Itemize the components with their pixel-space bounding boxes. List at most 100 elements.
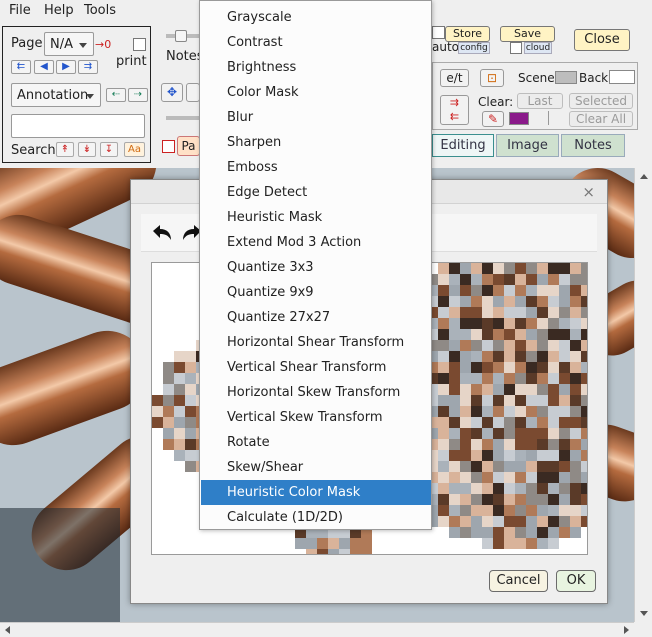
scroll-left-icon[interactable] <box>5 626 10 634</box>
preview-pixel <box>493 263 504 274</box>
preview-pixel <box>152 406 163 417</box>
annotation-select[interactable]: Annotation <box>11 83 101 107</box>
preview-pixel <box>493 494 504 505</box>
menu-item[interactable]: Quantize 9x9 <box>201 280 431 305</box>
menu-item[interactable]: Horizontal Shear Transform <box>201 330 431 355</box>
menu-item[interactable]: Vertical Skew Transform <box>201 405 431 430</box>
preview-pixel <box>548 263 559 274</box>
search-down-button[interactable]: ↡ <box>78 142 96 157</box>
prev-page-button[interactable]: ◀ <box>34 60 54 74</box>
page-select[interactable]: N/A <box>44 32 94 56</box>
pen-color-swatch[interactable] <box>509 112 529 125</box>
menu-item[interactable]: Vertical Shear Transform <box>201 355 431 380</box>
clear-selected-button[interactable]: Selected <box>569 93 633 109</box>
preview-pixel <box>515 373 526 384</box>
menu-file[interactable]: File <box>9 3 31 18</box>
preview-pixel <box>526 472 537 483</box>
search-up-button[interactable]: ↟ <box>56 142 74 157</box>
clear-last-button[interactable]: Last <box>517 93 563 109</box>
preview-pixel <box>438 329 449 340</box>
preview-pixel <box>493 505 504 516</box>
last-page-button[interactable]: ⇉ <box>78 60 98 74</box>
close-button[interactable]: Close <box>574 29 630 51</box>
move-tool-button[interactable]: ✥ <box>161 83 183 102</box>
menu-item[interactable]: Skew/Shear <box>201 455 431 480</box>
preview-pixel <box>548 274 559 285</box>
scroll-up-icon[interactable] <box>640 174 648 179</box>
menu-help[interactable]: Help <box>44 3 74 18</box>
layer-order-button[interactable]: ⇉ ⇇ <box>440 95 469 125</box>
print-checkbox[interactable] <box>133 38 146 51</box>
cancel-button[interactable]: Cancel <box>489 570 548 592</box>
menu-item[interactable]: Sharpen <box>201 130 431 155</box>
menu-item[interactable]: Calculate (1D/2D) <box>201 505 431 530</box>
menu-item[interactable]: Edge Detect <box>201 180 431 205</box>
notes-slider-handle[interactable] <box>175 30 187 42</box>
menu-item[interactable]: Extend Mod 3 Action <box>201 230 431 255</box>
menu-item[interactable]: Quantize 3x3 <box>201 255 431 280</box>
menu-item[interactable]: Heuristic Mask <box>201 205 431 230</box>
scene-color-swatch[interactable] <box>555 71 577 84</box>
menu-item[interactable]: Heuristic Color Mask <box>201 480 431 505</box>
menu-item[interactable]: Horizontal Skew Transform <box>201 380 431 405</box>
scroll-right-icon[interactable] <box>624 626 629 634</box>
preview-pixel <box>438 505 449 516</box>
vertical-scrollbar[interactable] <box>634 168 652 622</box>
annotation-prev-button[interactable]: ⇠ <box>106 88 126 102</box>
config-label[interactable]: config <box>458 42 490 54</box>
case-toggle-button[interactable]: Aa <box>124 142 145 157</box>
close-icon[interactable]: × <box>582 183 595 201</box>
et-button[interactable]: e/t <box>440 69 469 87</box>
search-end-button[interactable]: ↧ <box>100 142 118 157</box>
horizontal-scrollbar[interactable] <box>0 622 634 637</box>
menu-item[interactable]: Rotate <box>201 430 431 455</box>
next-page-button[interactable]: ▶ <box>56 60 76 74</box>
menu-tools[interactable]: Tools <box>84 3 116 18</box>
pa-checkbox[interactable] <box>162 140 175 153</box>
cloud-checkbox[interactable] <box>510 42 522 54</box>
tab-notes[interactable]: Notes <box>561 134 625 157</box>
annotation-next-button[interactable]: ⇢ <box>128 88 148 102</box>
menu-item[interactable]: Contrast <box>201 30 431 55</box>
preview-pixel <box>185 417 196 428</box>
pa-button[interactable]: Pa <box>177 136 200 156</box>
first-page-button[interactable]: ⇇ <box>11 60 31 74</box>
preview-pixel <box>174 406 185 417</box>
select-region-icon[interactable]: ⊡ <box>480 69 504 87</box>
search-input[interactable] <box>11 114 145 138</box>
preview-pixel <box>504 329 515 340</box>
preview-pixel <box>548 362 559 373</box>
save-button[interactable]: Save <box>500 26 555 42</box>
preview-pixel <box>306 549 317 554</box>
ok-button[interactable]: OK <box>556 570 596 592</box>
menu-item[interactable]: Emboss <box>201 155 431 180</box>
preview-pixel <box>185 373 196 384</box>
menu-item[interactable]: Blur <box>201 105 431 130</box>
menu-item[interactable]: Brightness <box>201 55 431 80</box>
tool-button-2[interactable] <box>186 83 200 102</box>
menu-item[interactable]: Quantize 27x27 <box>201 305 431 330</box>
preview-pixel <box>559 340 570 351</box>
tab-editing[interactable]: Editing <box>432 134 494 157</box>
preview-pixel <box>515 428 526 439</box>
preview-pixel <box>449 296 460 307</box>
tab-image[interactable]: Image <box>496 134 559 157</box>
preview-pixel <box>526 395 537 406</box>
clear-all-button[interactable]: Clear All <box>569 111 633 127</box>
preview-pixel <box>493 274 504 285</box>
preview-pixel <box>438 450 449 461</box>
preview-pixel <box>526 428 537 439</box>
tool-slider-track[interactable] <box>166 116 200 120</box>
back-color-swatch[interactable] <box>609 70 635 84</box>
preview-pixel <box>449 527 460 538</box>
preview-pixel <box>438 516 449 527</box>
preview-pixel <box>581 483 587 494</box>
menu-item[interactable]: Grayscale <box>201 5 431 30</box>
scroll-down-icon[interactable] <box>640 611 648 616</box>
undo-icon[interactable] <box>149 222 175 244</box>
auto-checkbox[interactable] <box>432 26 445 39</box>
preview-pixel <box>570 362 581 373</box>
pen-icon[interactable]: ✎ <box>482 111 504 127</box>
menu-item[interactable]: Color Mask <box>201 80 431 105</box>
preview-pixel <box>438 274 449 285</box>
